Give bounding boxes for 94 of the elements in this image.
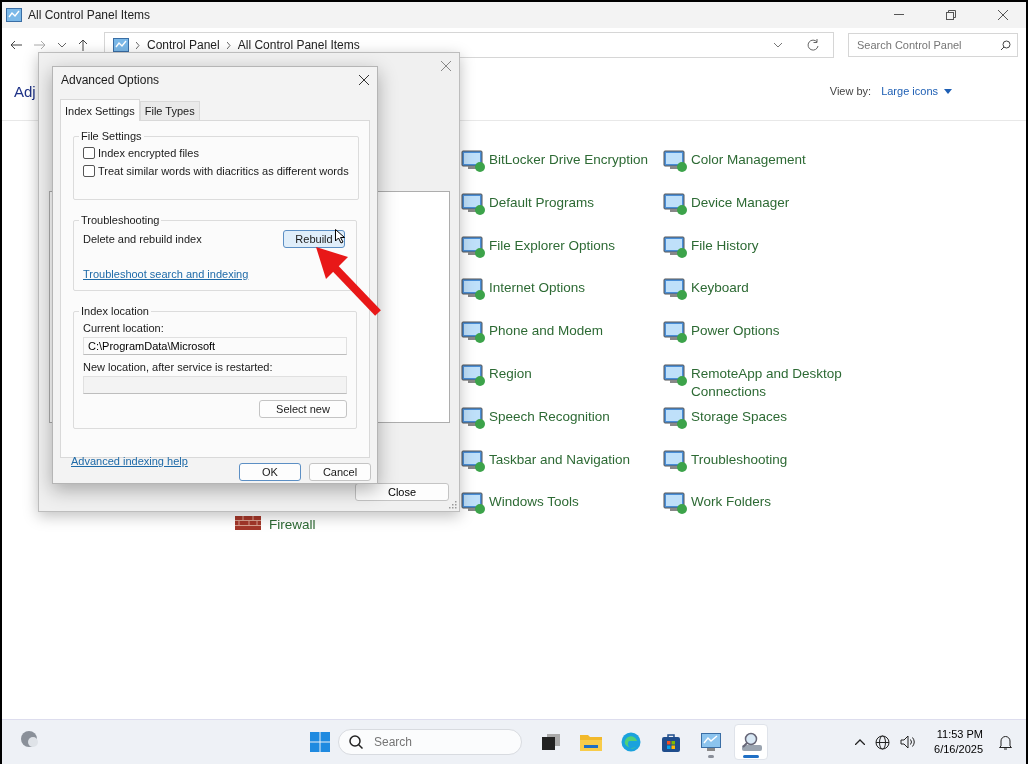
applet-icon [662,147,688,173]
help-link[interactable]: Advanced indexing help [71,455,188,467]
brick-wall-icon [235,516,261,531]
ok-button[interactable]: OK [239,463,301,481]
search-icon [1000,39,1011,51]
applet-link[interactable]: RemoteApp and Desktop Connections [662,357,856,401]
overlapping-windows-icon[interactable] [542,734,560,750]
control-panel-icon[interactable] [701,733,721,751]
field-label: Current location: [83,322,165,334]
back-arrow-icon[interactable] [10,40,22,50]
checkbox-label[interactable]: Index encrypted files [98,147,199,159]
caret-icon [944,88,952,94]
applet-link[interactable]: Default Programs [460,185,595,216]
group-label: Troubleshooting [80,214,161,226]
applet-icon [460,275,486,302]
group-label: File Settings [80,130,143,142]
chevron-right-icon [136,41,140,49]
shopping-bag-icon[interactable] [662,732,680,752]
tab[interactable]: File Types [139,101,200,120]
restore-icon[interactable] [946,10,956,20]
applet-link[interactable]: Power Options [662,314,780,345]
taskbar-search-box[interactable]: Search [338,729,522,755]
search-icon [349,735,363,749]
breadcrumb-item[interactable]: Control Panel [147,38,220,52]
applet-link[interactable]: Taskbar and Navigation [460,442,631,473]
chevron-down-icon[interactable] [774,42,782,48]
search-box[interactable]: Search Control Panel [848,33,1018,57]
applet-icon [460,147,486,173]
chevron-down-icon[interactable] [58,42,66,48]
view-by-label: View by: [829,85,872,97]
notification-bell-icon[interactable] [999,734,1012,750]
start-icon[interactable] [310,732,330,752]
view-by-dropdown[interactable]: Large icons [881,85,952,97]
cancel-button[interactable]: Cancel [309,463,371,481]
field-label: New location, after service is restarted: [83,361,274,373]
rebuild-button[interactable]: Rebuild [283,230,345,248]
applet-link[interactable]: Troubleshooting [662,442,788,473]
applet-link[interactable]: Windows Tools [460,485,579,516]
applet-link[interactable]: Firewall [235,516,316,535]
dialog-title: Advanced Options [61,73,160,87]
window-title: All Control Panel Items [28,8,151,22]
taskbar-search-field[interactable]: Search [372,734,496,750]
up-arrow-icon[interactable] [78,39,88,51]
applet-icon [662,318,688,345]
close-button[interactable]: Close [355,483,449,501]
applet-icon [662,489,688,516]
troubleshoot-link[interactable]: Troubleshoot search and indexing [83,268,249,280]
close-icon[interactable] [998,10,1008,20]
applet-link[interactable]: Work Folders [662,485,772,516]
applet-link[interactable]: Region [460,357,532,387]
applet-icon [662,361,688,387]
minimize-icon[interactable] [894,14,904,16]
speaker-icon[interactable] [900,735,917,749]
weather-icon[interactable] [20,730,40,750]
globe-icon[interactable] [875,734,891,750]
edge-browser-icon[interactable] [621,732,641,752]
applet-icon [662,275,688,302]
close-icon[interactable] [359,75,369,85]
applet-link[interactable]: Keyboard [662,271,749,302]
applet-link[interactable]: Color Management [662,143,806,173]
tab[interactable]: Index Settings [60,99,140,121]
applet-link[interactable]: Internet Options [460,271,586,302]
folder-icon[interactable] [580,733,602,751]
checkbox[interactable] [83,147,95,159]
applet-link[interactable]: Device Manager [662,185,790,216]
applet-link[interactable]: File Explorer Options [460,228,616,259]
breadcrumb-item[interactable]: All Control Panel Items [237,38,360,52]
clock-time[interactable]: 11:53 PM [936,727,983,742]
annotation-arrow [314,245,384,317]
applet-icon [460,318,486,345]
magnifier-icon[interactable] [740,732,762,752]
applet-link[interactable]: Storage Spaces [662,399,788,430]
applet-link[interactable]: File History [662,228,759,259]
resize-grip-icon[interactable] [449,501,457,509]
applet-link[interactable]: Speech Recognition [460,399,610,430]
refresh-icon[interactable] [807,39,819,51]
control-panel-icon [113,38,129,52]
description-text: Delete and rebuild index [83,233,202,245]
current-location-field[interactable]: C:\ProgramData\Microsoft [83,337,347,355]
mouse-pointer-icon [335,229,345,244]
applet-icon [460,361,486,387]
chevron-right-icon [226,41,231,49]
chevron-up-icon[interactable] [855,739,866,745]
search-field[interactable]: Search Control Panel [855,38,1000,52]
applet-link[interactable]: BitLocker Drive Encryption [460,143,649,173]
page-heading: Adj [14,82,37,100]
checkbox-label[interactable]: Treat similar words with diacritics as different words [98,165,349,177]
group-label: Index location [80,305,150,317]
control-panel-icon [6,8,22,22]
applet-link[interactable]: Phone and Modem [460,314,604,345]
applet-icon [460,489,486,516]
clock-date[interactable]: 6/16/2025 [934,742,983,757]
checkbox[interactable] [83,165,95,177]
select-new-button[interactable]: Select new [259,400,347,418]
